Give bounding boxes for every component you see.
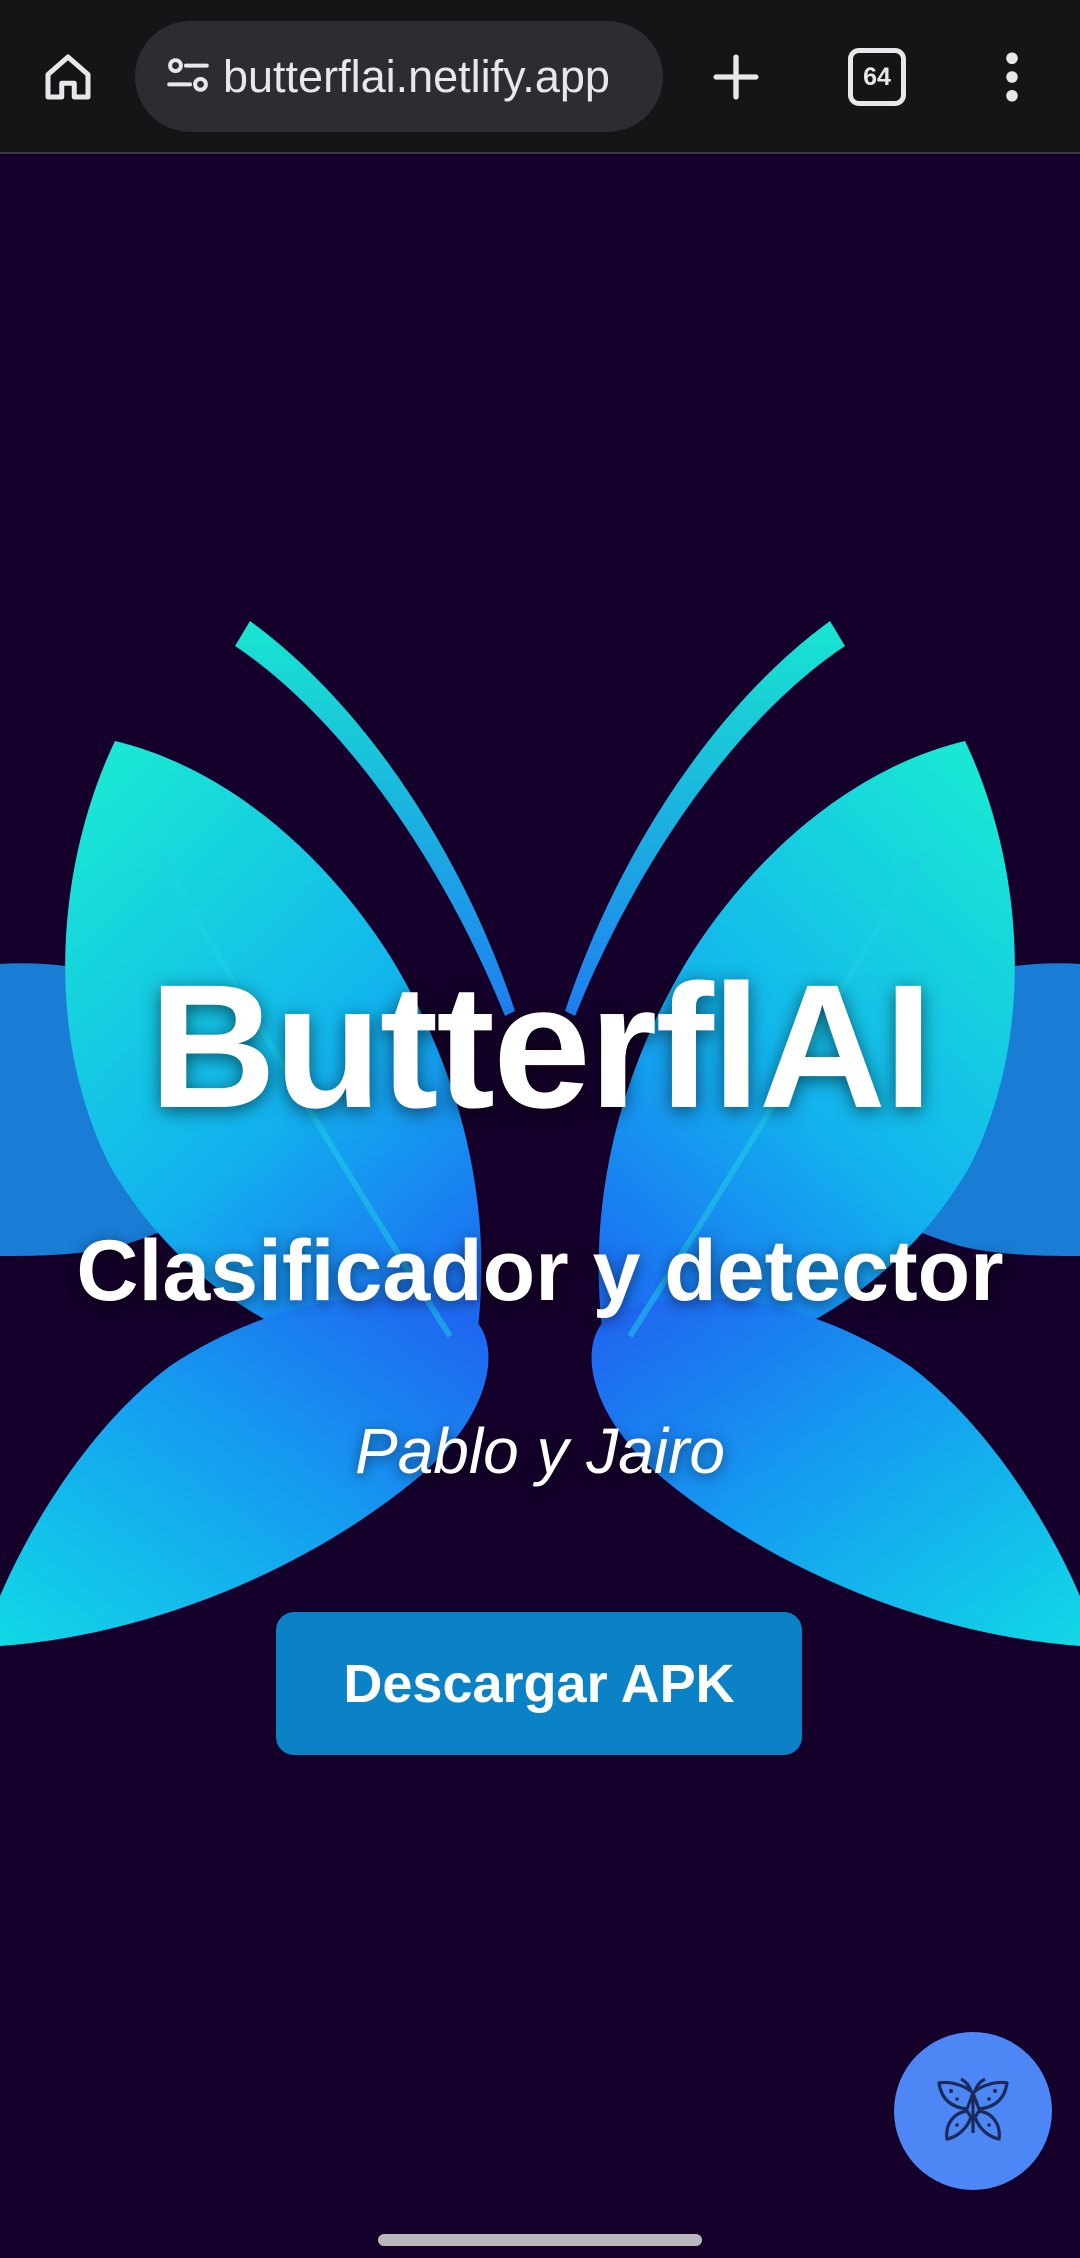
gesture-handle[interactable] (378, 2234, 702, 2246)
download-apk-label: Descargar APK (343, 1653, 735, 1714)
browser-toolbar: butterflai.netlify.app 64 (0, 0, 1080, 154)
app-subtitle: Clasificador y detector (76, 1223, 1004, 1319)
site-info-button[interactable] (153, 41, 223, 111)
app-title: ButterflAI (149, 949, 933, 1145)
site-settings-icon (167, 58, 209, 92)
authors-text: Pablo y Jairo (355, 1415, 725, 1487)
home-button[interactable] (18, 27, 118, 127)
butterfly-icon (937, 2077, 1009, 2141)
more-options-button[interactable] (962, 27, 1062, 127)
tab-count: 64 (863, 62, 891, 91)
address-bar[interactable]: butterflai.netlify.app (135, 21, 663, 132)
page-content: ButterflAI Clasificador y detector Pablo… (0, 156, 1080, 2216)
download-apk-button[interactable]: Descargar APK (276, 1612, 802, 1755)
butterfly-logo-icon (0, 621, 1080, 1646)
home-icon (45, 54, 91, 100)
plus-icon (713, 54, 759, 100)
system-navigation-area (0, 2216, 1080, 2258)
more-vert-icon (1006, 52, 1018, 102)
butterfly-fab-button[interactable] (894, 2032, 1052, 2190)
tab-switcher-icon: 64 (848, 48, 906, 106)
url-text: butterflai.netlify.app (223, 51, 610, 102)
new-tab-button[interactable] (686, 27, 786, 127)
tab-switcher-button[interactable]: 64 (827, 27, 927, 127)
